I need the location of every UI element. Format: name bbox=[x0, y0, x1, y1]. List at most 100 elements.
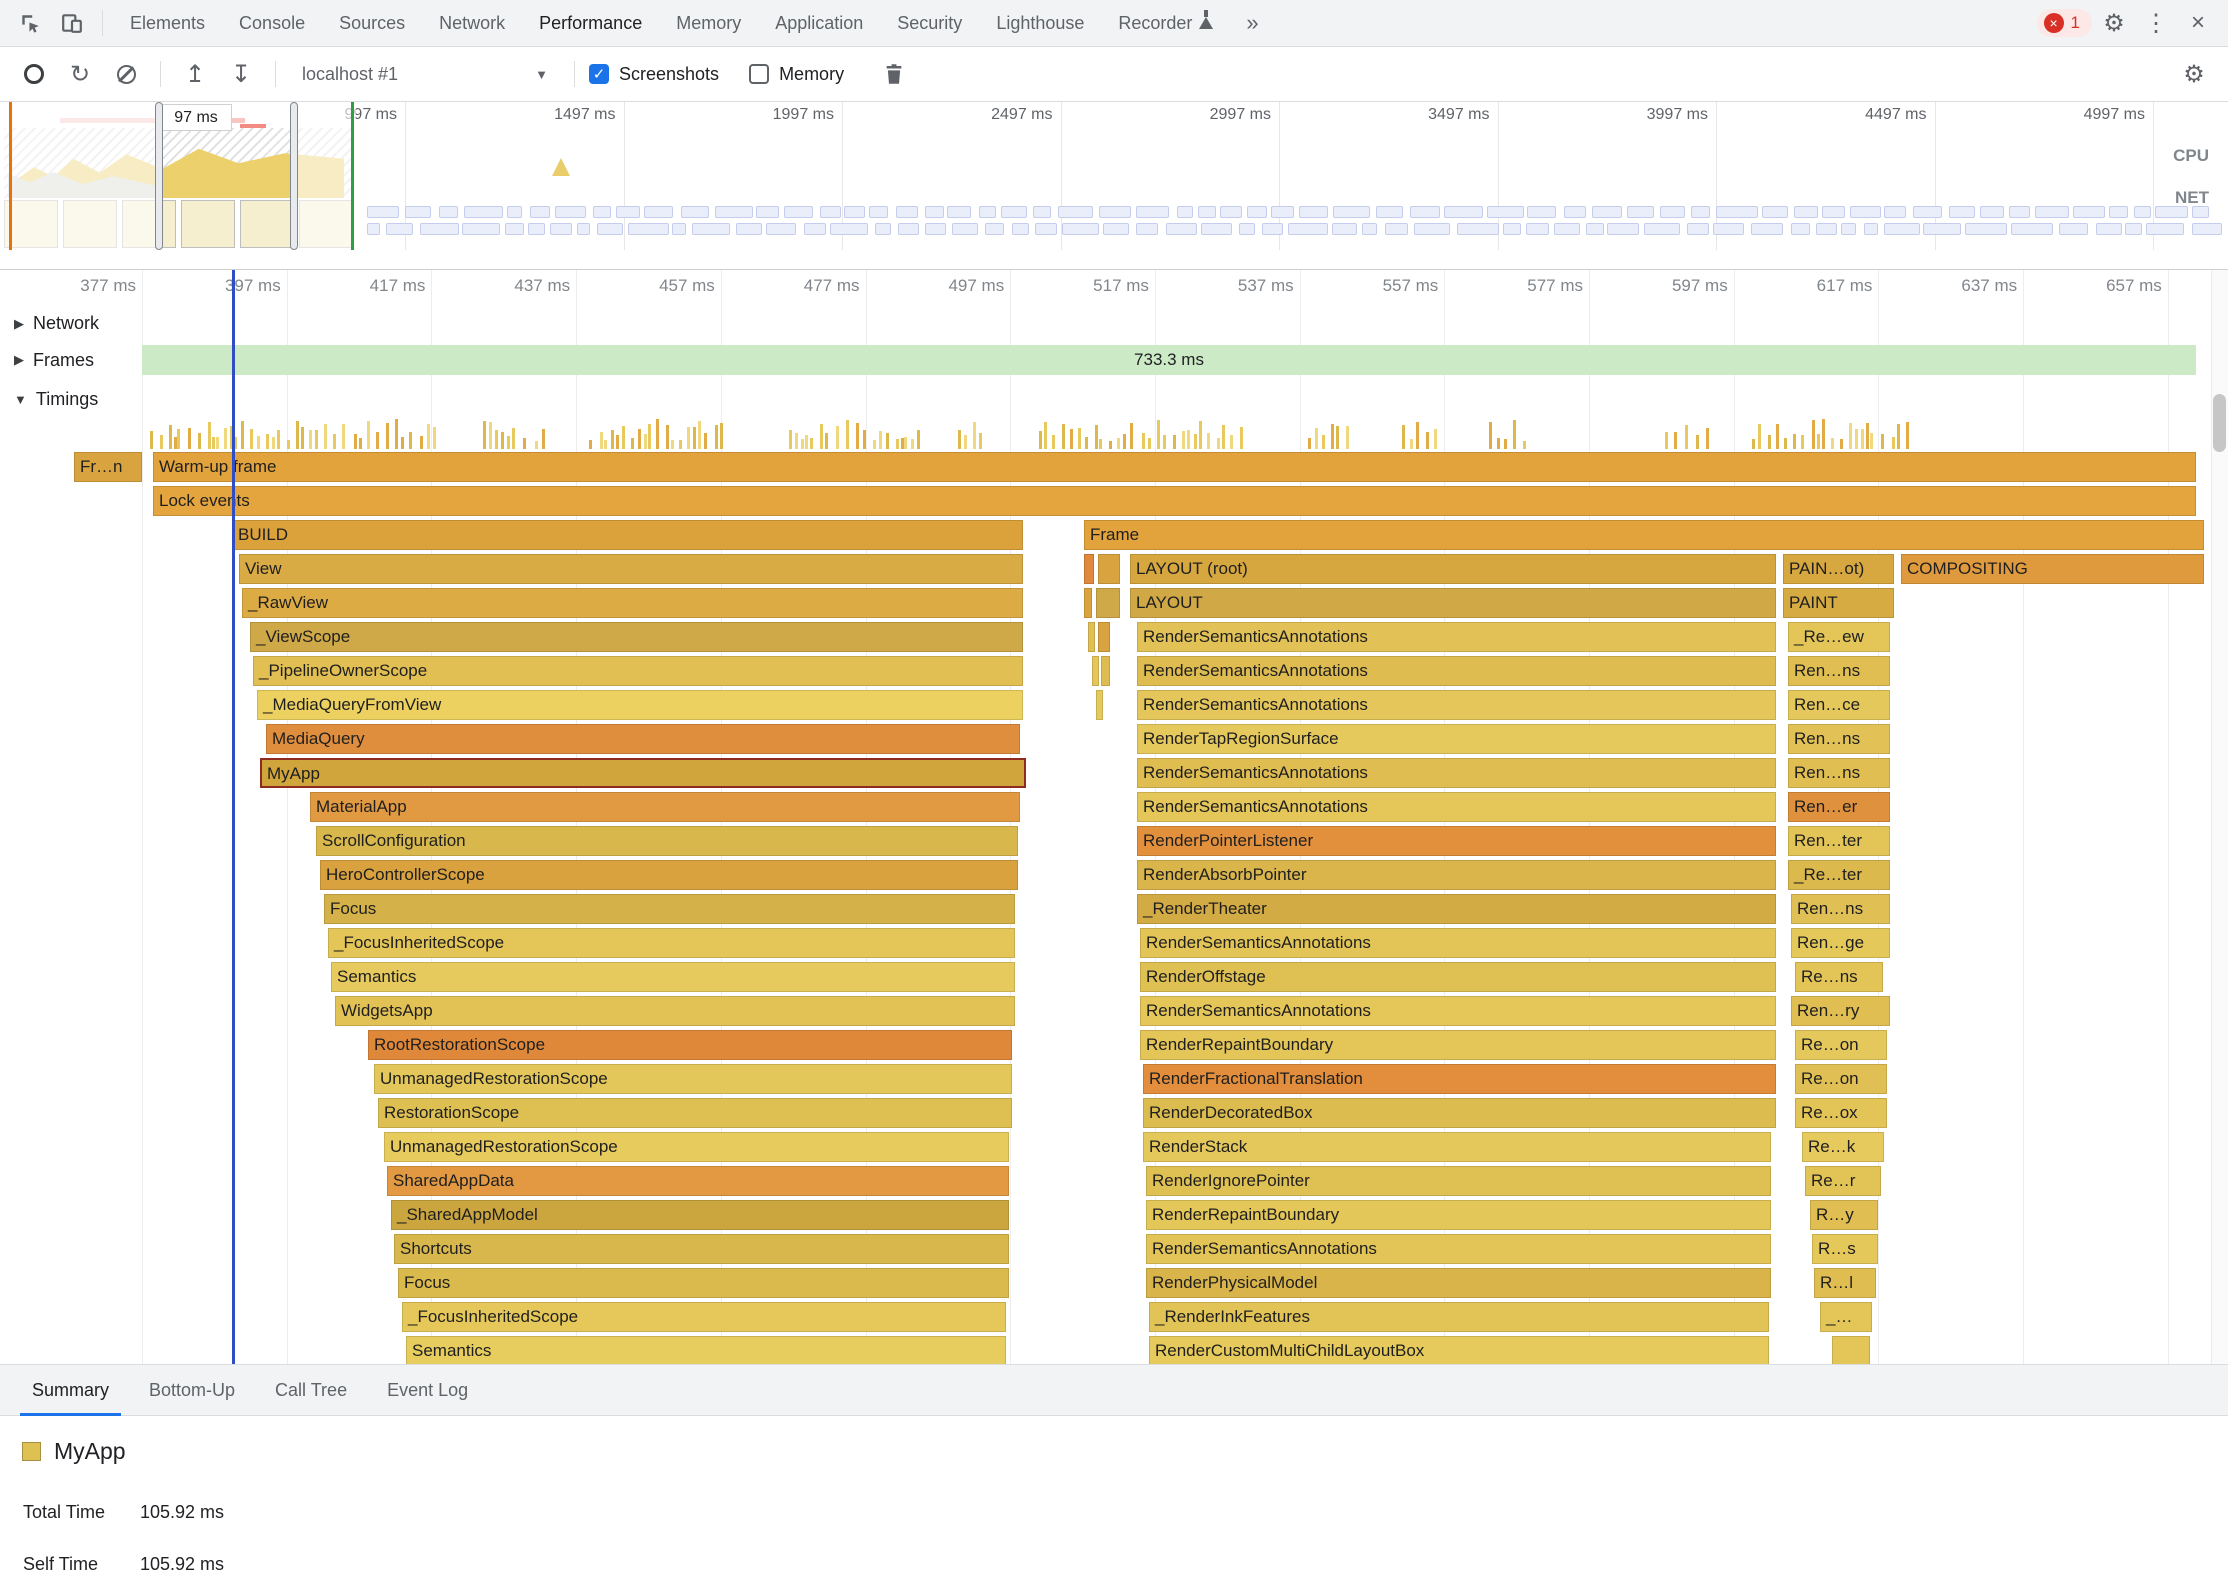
flame-bar[interactable]: Ren…ter bbox=[1788, 826, 1890, 856]
target-selector-dropdown[interactable]: localhost #1 ▼ bbox=[290, 64, 560, 85]
flame-bar[interactable]: Re…ox bbox=[1795, 1098, 1887, 1128]
flame-bar[interactable]: Re…on bbox=[1795, 1030, 1887, 1060]
device-toolbar-icon[interactable] bbox=[52, 3, 92, 43]
flame-bar[interactable]: _Re…ter bbox=[1788, 860, 1890, 890]
flame-bar[interactable]: RenderTapRegionSurface bbox=[1137, 724, 1776, 754]
load-profile-button[interactable]: ↥ bbox=[175, 54, 215, 94]
bottom-tab-event-log[interactable]: Event Log bbox=[375, 1365, 480, 1416]
flame-bar[interactable]: Semantics bbox=[331, 962, 1015, 992]
timeline-chart[interactable]: 377 ms397 ms417 ms437 ms457 ms477 ms497 … bbox=[0, 270, 2228, 1364]
flame-bar[interactable]: WidgetsApp bbox=[335, 996, 1015, 1026]
flame-bar[interactable]: RenderRepaintBoundary bbox=[1140, 1030, 1776, 1060]
flame-bar[interactable]: RenderAbsorbPointer bbox=[1137, 860, 1776, 890]
selection-handle-right[interactable] bbox=[290, 102, 298, 250]
flame-bar[interactable]: RenderIgnorePointer bbox=[1146, 1166, 1771, 1196]
flame-bar[interactable]: _MediaQueryFromView bbox=[257, 690, 1023, 720]
flame-bar-fragment[interactable] bbox=[1098, 554, 1120, 584]
flame-bar[interactable]: Lock events bbox=[153, 486, 2196, 516]
overview[interactable]: 997 ms1497 ms1997 ms2497 ms2997 ms3497 m… bbox=[0, 102, 2228, 270]
flame-bar[interactable]: Re…on bbox=[1795, 1064, 1887, 1094]
flame-bar[interactable]: RenderRepaintBoundary bbox=[1146, 1200, 1771, 1230]
flame-bar[interactable]: _FocusInheritedScope bbox=[402, 1302, 1006, 1332]
flame-bar[interactable]: Re…k bbox=[1802, 1132, 1884, 1162]
flame-bar[interactable]: RootRestorationScope bbox=[368, 1030, 1012, 1060]
flame-bar[interactable]: Fr…n bbox=[74, 452, 142, 482]
kebab-menu-icon[interactable]: ⋮ bbox=[2136, 3, 2176, 43]
disclosure-down-icon[interactable]: ▼ bbox=[14, 392, 27, 407]
tab-performance[interactable]: Performance bbox=[522, 0, 659, 47]
flame-bar[interactable]: RenderSemanticsAnnotations bbox=[1140, 996, 1776, 1026]
flame-bar[interactable]: PAINT bbox=[1783, 588, 1894, 618]
settings-gear-icon[interactable]: ⚙ bbox=[2094, 3, 2134, 43]
flame-bar[interactable]: LAYOUT bbox=[1130, 588, 1776, 618]
flame-bar-fragment[interactable] bbox=[1084, 554, 1094, 584]
flame-bar[interactable]: Ren…er bbox=[1788, 792, 1890, 822]
flame-bar[interactable]: RenderSemanticsAnnotations bbox=[1137, 622, 1776, 652]
scrollbar-thumb[interactable] bbox=[2213, 394, 2226, 452]
selection-handle-left[interactable] bbox=[155, 102, 163, 250]
flame-bar[interactable]: BUILD bbox=[232, 520, 1023, 550]
close-icon[interactable]: × bbox=[2178, 3, 2218, 43]
flame-bar[interactable]: Warm-up frame bbox=[153, 452, 2196, 482]
flame-bar[interactable]: Frame bbox=[1084, 520, 2204, 550]
flame-bar[interactable]: RenderCustomMultiChildLayoutBox bbox=[1149, 1336, 1769, 1364]
flame-bar[interactable]: RenderPhysicalModel bbox=[1146, 1268, 1771, 1298]
record-button[interactable] bbox=[14, 54, 54, 94]
flame-bar[interactable]: COMPOSITING bbox=[1901, 554, 2204, 584]
flame-bar[interactable]: RenderOffstage bbox=[1140, 962, 1776, 992]
disclosure-right-icon[interactable]: ▶ bbox=[14, 316, 24, 332]
memory-checkbox[interactable]: Memory bbox=[749, 64, 844, 85]
flame-bar[interactable]: R…y bbox=[1810, 1200, 1878, 1230]
bottom-tab-call-tree[interactable]: Call Tree bbox=[263, 1365, 359, 1416]
flame-bar[interactable]: RenderSemanticsAnnotations bbox=[1146, 1234, 1771, 1264]
flame-bar[interactable]: _SharedAppModel bbox=[391, 1200, 1009, 1230]
frame-duration-bar[interactable]: 733.3 ms bbox=[142, 345, 2196, 375]
flame-bar[interactable]: Ren…ry bbox=[1791, 996, 1890, 1026]
disclosure-right-icon[interactable]: ▶ bbox=[14, 352, 24, 368]
flame-bar-fragment[interactable] bbox=[1084, 588, 1092, 618]
tab-network[interactable]: Network bbox=[422, 0, 522, 47]
flame-bar[interactable]: _ViewScope bbox=[250, 622, 1023, 652]
flame-bar-fragment[interactable] bbox=[1832, 1336, 1870, 1364]
flame-bar[interactable]: Ren…ns bbox=[1791, 894, 1890, 924]
flame-bar[interactable]: _PipelineOwnerScope bbox=[253, 656, 1023, 686]
screenshot-thumbnail[interactable] bbox=[240, 200, 294, 248]
flame-bar[interactable]: Ren…ns bbox=[1788, 758, 1890, 788]
flame-bar[interactable]: _RawView bbox=[242, 588, 1023, 618]
flame-bar[interactable]: MaterialApp bbox=[310, 792, 1020, 822]
flame-bar[interactable]: MyApp bbox=[260, 758, 1026, 788]
flame-bar[interactable]: Ren…ge bbox=[1791, 928, 1890, 958]
flame-bar[interactable]: Re…ns bbox=[1795, 962, 1883, 992]
flame-bar-fragment[interactable] bbox=[1098, 622, 1110, 652]
flame-bar[interactable]: LAYOUT (root) bbox=[1130, 554, 1776, 584]
flame-bar[interactable]: RenderStack bbox=[1143, 1132, 1771, 1162]
tab-application[interactable]: Application bbox=[758, 0, 880, 47]
flame-bar[interactable]: _FocusInheritedScope bbox=[328, 928, 1015, 958]
flame-bar[interactable]: ScrollConfiguration bbox=[316, 826, 1018, 856]
inspect-element-icon[interactable] bbox=[10, 3, 50, 43]
flame-bar[interactable]: UnmanagedRestorationScope bbox=[384, 1132, 1009, 1162]
error-badge[interactable]: × 1 bbox=[2037, 9, 2092, 37]
tab-recorder[interactable]: Recorder bbox=[1101, 0, 1230, 47]
flame-bar[interactable]: Ren…ce bbox=[1788, 690, 1890, 720]
save-profile-button[interactable]: ↧ bbox=[221, 54, 261, 94]
flame-bar[interactable]: _RenderInkFeatures bbox=[1149, 1302, 1769, 1332]
tab-console[interactable]: Console bbox=[222, 0, 322, 47]
flame-bar[interactable]: Shortcuts bbox=[394, 1234, 1009, 1264]
flame-bar[interactable]: Ren…ns bbox=[1788, 656, 1890, 686]
flame-bar[interactable]: UnmanagedRestorationScope bbox=[374, 1064, 1012, 1094]
screenshots-checkbox[interactable]: ✓ Screenshots bbox=[589, 64, 719, 85]
flame-bar[interactable]: RenderSemanticsAnnotations bbox=[1137, 792, 1776, 822]
flame-bar[interactable]: Re…r bbox=[1805, 1166, 1881, 1196]
flame-bar[interactable]: RenderSemanticsAnnotations bbox=[1140, 928, 1776, 958]
flame-bar[interactable]: RenderSemanticsAnnotations bbox=[1137, 656, 1776, 686]
flame-bar[interactable]: Focus bbox=[398, 1268, 1009, 1298]
more-tabs-chevron[interactable]: » bbox=[1232, 10, 1272, 36]
flame-bar[interactable]: RenderDecoratedBox bbox=[1143, 1098, 1776, 1128]
flame-bar[interactable]: MediaQuery bbox=[266, 724, 1020, 754]
bottom-tab-bottom-up[interactable]: Bottom-Up bbox=[137, 1365, 247, 1416]
garbage-collect-button[interactable] bbox=[874, 54, 914, 94]
tab-security[interactable]: Security bbox=[880, 0, 979, 47]
track-network[interactable]: ▶ Network bbox=[0, 306, 2228, 341]
flame-bar[interactable]: R…s bbox=[1812, 1234, 1878, 1264]
